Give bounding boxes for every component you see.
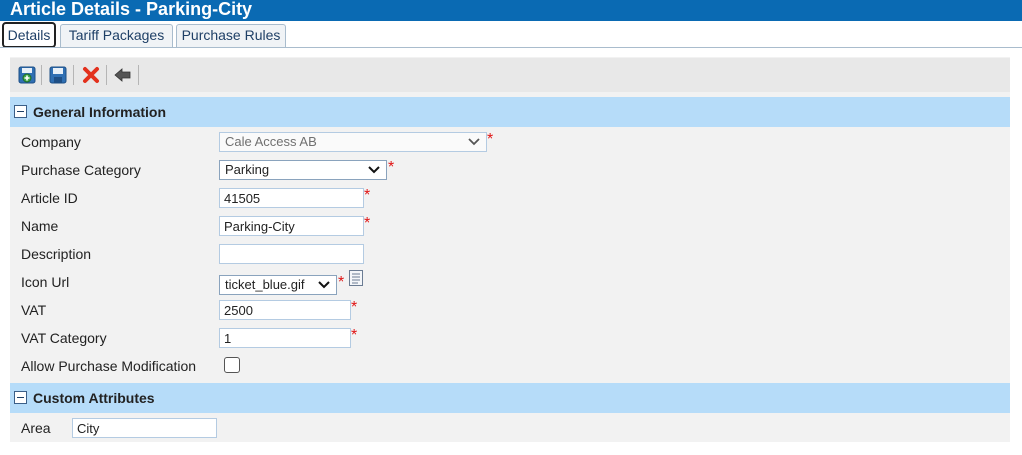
description-label: Description bbox=[21, 246, 92, 262]
vat-category-label: VAT Category bbox=[21, 330, 107, 346]
name-label: Name bbox=[21, 218, 59, 234]
company-select[interactable]: Cale Access AB bbox=[219, 132, 487, 152]
icon-picker-icon[interactable] bbox=[349, 270, 363, 286]
required-indicator: * bbox=[364, 215, 371, 232]
purchase-category-label: Purchase Category bbox=[21, 162, 141, 178]
chevron-down-icon bbox=[368, 166, 380, 174]
toolbar bbox=[10, 58, 1010, 92]
vat-input[interactable] bbox=[219, 300, 351, 320]
vat-label: VAT bbox=[21, 302, 47, 318]
toolbar-separator bbox=[138, 65, 139, 85]
name-input[interactable] bbox=[219, 216, 364, 236]
required-indicator: * bbox=[338, 274, 345, 291]
tab-bar: Details Tariff Packages Purchase Rules bbox=[0, 21, 1022, 48]
collapse-icon[interactable] bbox=[14, 105, 27, 118]
article-id-input[interactable] bbox=[219, 188, 364, 208]
toolbar-separator bbox=[106, 65, 107, 85]
company-value: Cale Access AB bbox=[225, 134, 317, 149]
tab-details[interactable]: Details bbox=[2, 22, 56, 48]
toolbar-separator bbox=[73, 65, 74, 85]
back-icon[interactable] bbox=[112, 64, 134, 86]
company-label: Company bbox=[21, 134, 81, 150]
article-id-label: Article ID bbox=[21, 190, 78, 206]
required-indicator: * bbox=[351, 299, 358, 316]
chevron-down-icon bbox=[318, 281, 330, 289]
allow-purchase-modification-checkbox[interactable] bbox=[224, 357, 240, 373]
save-and-new-icon[interactable] bbox=[16, 64, 38, 86]
required-indicator: * bbox=[388, 159, 395, 176]
area-label: Area bbox=[21, 420, 51, 436]
save-icon[interactable] bbox=[47, 64, 69, 86]
chevron-down-icon bbox=[468, 138, 480, 146]
window-title: Article Details - Parking-City bbox=[0, 0, 1022, 21]
description-input[interactable] bbox=[219, 244, 364, 264]
purchase-category-select[interactable]: Parking bbox=[219, 160, 387, 180]
section-general-information: General Information bbox=[10, 97, 1010, 127]
section-custom-attributes: Custom Attributes bbox=[10, 383, 1010, 413]
icon-url-label: Icon Url bbox=[21, 274, 70, 290]
vat-category-input[interactable] bbox=[219, 328, 351, 348]
tab-divider bbox=[0, 47, 1022, 48]
section-title: Custom Attributes bbox=[33, 390, 155, 406]
icon-url-value: ticket_blue.gif bbox=[225, 277, 305, 292]
collapse-icon[interactable] bbox=[14, 391, 27, 404]
required-indicator: * bbox=[487, 131, 494, 148]
tab-tariff-packages[interactable]: Tariff Packages bbox=[60, 24, 173, 47]
toolbar-separator bbox=[41, 65, 42, 85]
tab-purchase-rules[interactable]: Purchase Rules bbox=[176, 24, 286, 47]
purchase-category-value: Parking bbox=[225, 162, 270, 177]
section-title: General Information bbox=[33, 104, 167, 120]
allow-purchase-modification-label: Allow Purchase Modification bbox=[21, 358, 197, 374]
icon-url-select[interactable]: ticket_blue.gif bbox=[219, 275, 337, 295]
area-input[interactable] bbox=[72, 418, 217, 438]
delete-icon[interactable] bbox=[80, 64, 102, 86]
required-indicator: * bbox=[351, 327, 358, 344]
required-indicator: * bbox=[364, 187, 371, 204]
